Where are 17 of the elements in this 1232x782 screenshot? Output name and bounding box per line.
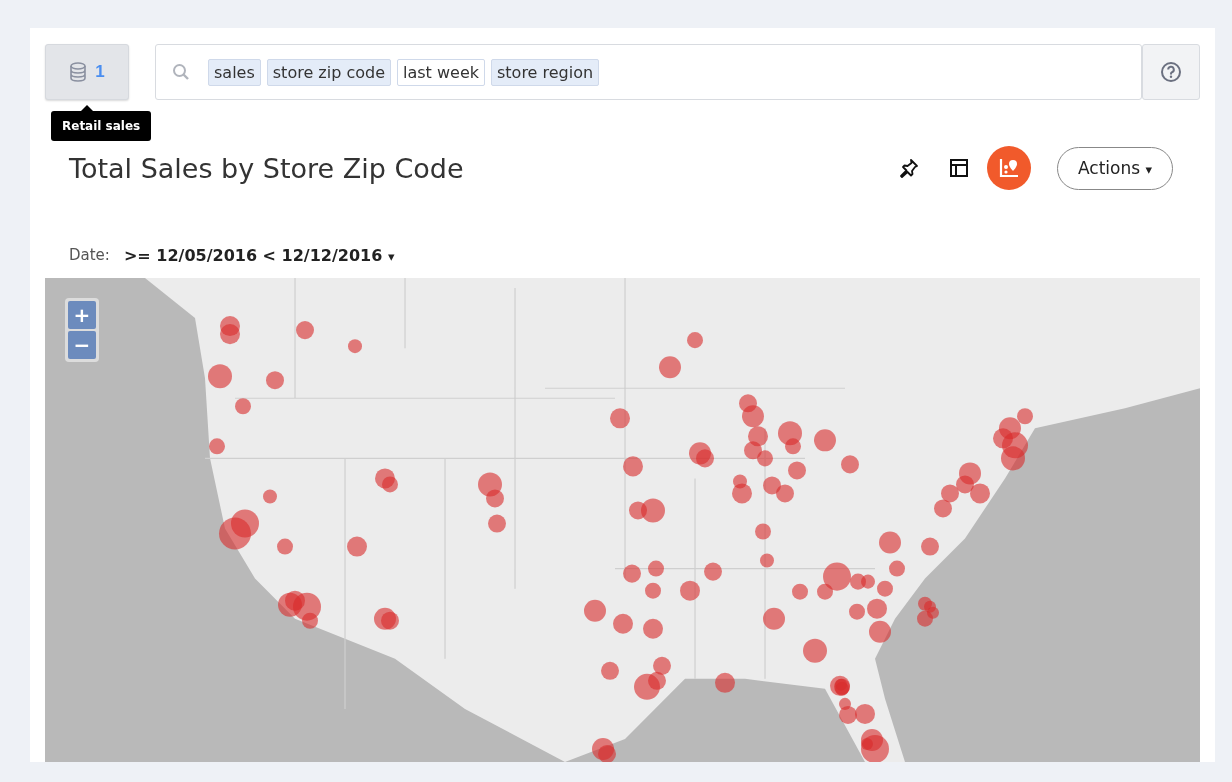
database-icon <box>69 62 88 82</box>
map-view-button[interactable] <box>986 146 1031 190</box>
search-token[interactable]: last week <box>397 58 485 86</box>
search-token[interactable]: store zip code <box>266 58 391 86</box>
chart-title: Total Sales by Store Zip Code <box>69 152 464 184</box>
tooltip: Retail sales <box>51 111 152 141</box>
pin-icon <box>897 157 920 179</box>
table-icon <box>948 158 969 178</box>
help-icon <box>1160 61 1182 83</box>
help-button[interactable] <box>1142 44 1200 100</box>
search-token[interactable]: sales <box>208 58 261 86</box>
search-field[interactable]: sales store zip code last week store region <box>155 44 1142 100</box>
search-icon <box>172 63 190 81</box>
date-filter-dropdown[interactable]: >= 12/05/2016 < 12/12/2016 ▾ <box>123 245 395 265</box>
filter-label: Date: <box>69 246 110 264</box>
search-token[interactable]: store region <box>491 58 600 86</box>
actions-button[interactable]: Actions ▾ <box>1056 146 1173 190</box>
